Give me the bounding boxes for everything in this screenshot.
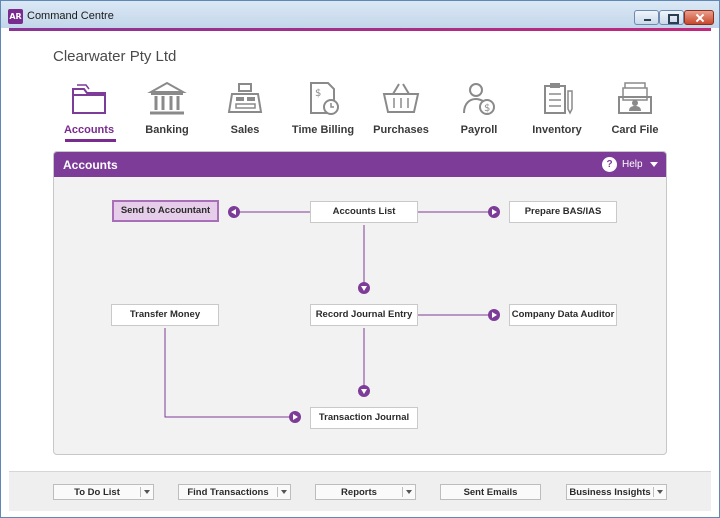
minimize-icon xyxy=(635,11,658,24)
card-file-icon xyxy=(618,82,652,114)
nav-label: Inventory xyxy=(532,124,582,136)
footer-toolbar: To Do List Find Transactions Reports Sen… xyxy=(9,471,711,511)
accounts-list-button[interactable]: Accounts List xyxy=(310,201,418,223)
sent-emails-button[interactable]: Sent Emails xyxy=(440,484,541,500)
arrow-down-icon xyxy=(358,385,370,397)
help-button[interactable]: Help xyxy=(622,159,643,170)
nav-label: Sales xyxy=(230,124,260,136)
checklist-icon xyxy=(544,83,573,115)
business-insights-button[interactable]: Business Insights xyxy=(566,484,667,500)
nav-card-file[interactable]: Card File xyxy=(593,79,677,145)
nav-label: Accounts xyxy=(63,124,115,136)
dropdown-separator xyxy=(653,487,654,497)
nav-label: Time Billing xyxy=(291,124,355,136)
business-insights-label: Business Insights xyxy=(569,487,651,498)
nav-sales[interactable]: Sales xyxy=(203,79,287,145)
close-button[interactable] xyxy=(684,10,714,25)
basket-icon xyxy=(382,83,420,113)
to-do-list-label: To Do List xyxy=(74,487,120,498)
nav-label: Purchases xyxy=(373,124,429,136)
svg-text:$: $ xyxy=(484,103,490,114)
main-content: Clearwater Pty Ltd Accounts Banking Sale… xyxy=(9,31,711,471)
arrow-left-icon xyxy=(228,206,240,218)
arrow-right-icon xyxy=(488,206,500,218)
nav-label: Card File xyxy=(611,124,659,136)
title-bar[interactable]: AR Command Centre xyxy=(1,1,719,28)
folder-icon xyxy=(72,84,106,114)
person-dollar-icon: $ xyxy=(463,83,495,115)
cash-register-icon xyxy=(227,83,263,113)
transfer-money-button[interactable]: Transfer Money xyxy=(111,304,219,326)
chevron-down-icon[interactable] xyxy=(406,490,412,494)
find-transactions-label: Find Transactions xyxy=(187,487,269,498)
panel-header: Accounts ? Help xyxy=(54,152,666,177)
chevron-down-icon[interactable] xyxy=(144,490,150,494)
prepare-bas-ias-button[interactable]: Prepare BAS/IAS xyxy=(509,201,617,223)
connector-line xyxy=(164,328,290,418)
sent-emails-label: Sent Emails xyxy=(463,487,518,498)
dropdown-separator xyxy=(140,487,141,497)
reports-button[interactable]: Reports xyxy=(315,484,416,500)
maximize-icon xyxy=(660,11,683,24)
app-logo-icon: AR xyxy=(8,9,23,24)
arrow-down-icon xyxy=(358,282,370,294)
window-title: Command Centre xyxy=(27,10,114,22)
chevron-down-icon[interactable] xyxy=(657,490,663,494)
bank-icon xyxy=(147,81,187,115)
active-tab-indicator xyxy=(65,139,116,142)
timesheet-clock-icon: $ xyxy=(310,82,339,115)
to-do-list-button[interactable]: To Do List xyxy=(53,484,154,500)
dropdown-separator xyxy=(277,487,278,497)
nav-payroll[interactable]: $ Payroll xyxy=(437,79,521,145)
accounts-panel: Accounts ? Help Send to Accountant Accou… xyxy=(53,151,667,455)
panel-title: Accounts xyxy=(63,158,118,172)
company-data-auditor-button[interactable]: Company Data Auditor xyxy=(509,304,617,326)
help-dropdown-icon[interactable] xyxy=(650,162,658,167)
help-icon[interactable]: ? xyxy=(602,157,617,172)
find-transactions-button[interactable]: Find Transactions xyxy=(178,484,291,500)
maximize-button[interactable] xyxy=(659,10,684,25)
transaction-journal-button[interactable]: Transaction Journal xyxy=(310,407,418,429)
reports-label: Reports xyxy=(341,487,377,498)
nav-banking[interactable]: Banking xyxy=(125,79,209,145)
company-name: Clearwater Pty Ltd xyxy=(53,48,177,65)
nav-time-billing[interactable]: $ Time Billing xyxy=(281,79,365,145)
send-to-accountant-button[interactable]: Send to Accountant xyxy=(112,200,219,222)
arrow-right-icon xyxy=(488,309,500,321)
dropdown-separator xyxy=(402,487,403,497)
nav-inventory[interactable]: Inventory xyxy=(515,79,599,145)
close-icon xyxy=(685,11,713,24)
minimize-button[interactable] xyxy=(634,10,659,25)
arrow-right-icon xyxy=(289,411,301,423)
nav-accounts[interactable]: Accounts xyxy=(47,79,131,145)
chevron-down-icon[interactable] xyxy=(281,490,287,494)
svg-text:$: $ xyxy=(315,88,321,99)
nav-purchases[interactable]: Purchases xyxy=(359,79,443,145)
nav-label: Banking xyxy=(145,124,189,136)
nav-label: Payroll xyxy=(460,124,498,136)
record-journal-entry-button[interactable]: Record Journal Entry xyxy=(310,304,418,326)
command-centre-window: AR Command Centre Clearwater Pty Ltd Acc… xyxy=(0,0,720,518)
